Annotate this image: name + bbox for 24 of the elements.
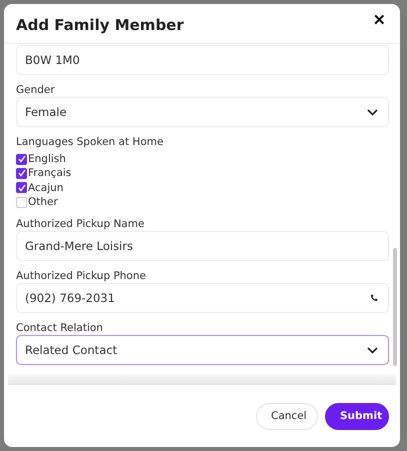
input-field[interactable]: Grand-Mere Loisirs: [16, 231, 389, 262]
dropdown[interactable]: Female: [16, 97, 389, 127]
cancel-button[interactable]: Cancel: [256, 402, 318, 430]
dropdown[interactable]: Related Contact: [16, 335, 389, 366]
submit-button[interactable]: Submit: [325, 402, 389, 430]
checkbox-label: English: [28, 153, 66, 166]
field-label: Contact Relation: [16, 321, 104, 336]
field-label: Authorized Pickup Phone: [16, 269, 147, 284]
checkbox[interactable]: [16, 168, 27, 179]
phone-icon: [370, 294, 378, 302]
dialog-title: Add Family Member: [16, 16, 184, 34]
checkbox[interactable]: [16, 182, 27, 194]
checkbox-label: Français: [28, 167, 72, 180]
checkbox-label: Other: [28, 196, 58, 208]
phone-field[interactable]: (902) 769-2031: [16, 283, 389, 314]
field-label: Gender: [16, 83, 56, 97]
checkbox[interactable]: [16, 154, 27, 165]
scrollbar-thumb[interactable]: [393, 248, 397, 366]
checkbox-label: Acajun: [28, 182, 64, 194]
field-label: Languages Spoken at Home: [16, 135, 164, 149]
chevron-down-icon: [367, 346, 378, 354]
input-field[interactable]: B0W 1M0: [16, 45, 389, 75]
chevron-down-icon: [367, 108, 378, 116]
field-label: Authorized Pickup Name: [16, 217, 146, 232]
